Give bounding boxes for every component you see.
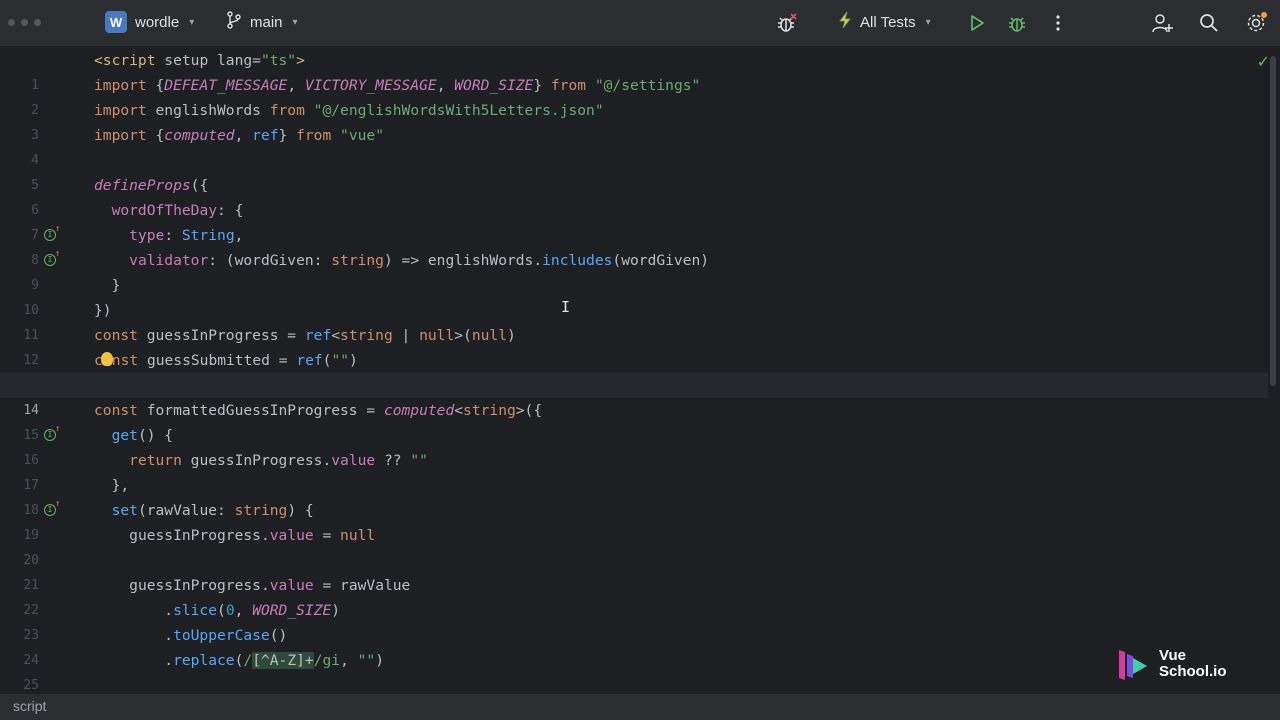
line-number: 25 [23,678,39,693]
code-line[interactable]: 18 }, [0,473,1268,518]
settings-icon[interactable] [1244,11,1268,35]
code-line[interactable]: 2 import {DEFEAT_MESSAGE, VICTORY_MESSAG… [0,73,1268,118]
project-badge: W [105,11,127,33]
vertical-scrollbar[interactable] [1270,56,1276,386]
code-text: set(rawValue: string) { [111,502,314,519]
code-line[interactable]: 5 [0,148,1268,193]
lightbulb-icon[interactable] [101,352,113,366]
arrow-up-icon: ↑ [55,224,61,234]
code-text: wordOfTheDay: { [111,202,244,219]
zoom-window-dot[interactable] [34,19,41,26]
code-text: c nst guessSubmitted = ref("") [94,352,358,369]
more-vertical-icon[interactable] [1046,11,1070,35]
window-controls[interactable] [8,19,41,26]
code-line[interactable]: 16 I ↑ get() { [0,423,1268,468]
arrow-up-icon: ↑ [55,249,61,259]
vueschool-logo: Vue School.io [1117,646,1227,682]
code-editor[interactable]: 1 <script setup lang="ts"> 2 import {DEF… [0,46,1280,694]
code-text: const guessInProgress = ref<string | nul… [94,327,516,344]
project-name: wordle [135,13,180,31]
code-text: <script setup lang="ts"> [94,52,305,69]
code-text: guessInProgress.value = rawValue [129,577,411,594]
code-line[interactable]: 8 I ↑ type: String, [0,223,1268,268]
status-bar: script [0,694,1280,720]
code-line[interactable]: 6 defineProps({ [0,173,1268,218]
code-text: import englishWords from "@/englishWords… [94,102,604,119]
text-cursor-icon: I [561,298,571,316]
code-line[interactable]: 4 import {computed, ref} from "vue" [0,123,1268,168]
code-text: const formattedGuessInProgress = compute… [94,402,543,419]
close-window-dot[interactable] [8,19,15,26]
run-configuration-label: All Tests [860,13,916,31]
run-icon[interactable] [965,11,989,35]
breadcrumb[interactable]: script [13,698,46,714]
lightning-icon [838,11,852,33]
git-branch-icon [226,11,242,33]
code-line[interactable]: 13 cnst guessSubmitted = ref("") [0,348,1268,393]
code-line[interactable]: 17 return guessInProgress.value ?? "" [0,448,1268,493]
code-text: .toUpperCase() [94,627,288,644]
check-icon[interactable]: ✓ [1257,52,1270,71]
vueschool-wordmark: Vue School.io [1159,647,1227,680]
code-line[interactable]: 20 guessInProgress.value = null [0,523,1268,568]
code-line[interactable]: 24 .toUpperCase() [0,623,1268,668]
branch-name: main [250,13,283,31]
code-text: }) [94,302,112,319]
code-text: defineProps({ [94,177,209,194]
code-text: validator: (wordGiven: string) => englis… [129,252,710,269]
arrow-up-icon: ↑ [55,424,61,434]
debug-icon[interactable] [1005,11,1029,35]
code-text: get() { [111,427,174,444]
arrow-up-icon: ↑ [55,499,61,509]
code-text: type: String, [129,227,244,244]
code-line[interactable]: 1 <script setup lang="ts"> [0,48,1268,93]
bug-icon[interactable] [775,11,799,35]
add-user-icon[interactable] [1150,11,1174,35]
code-text: } [94,277,121,294]
search-icon[interactable] [1197,11,1221,35]
code-line[interactable]: 12 const guessInProgress = ref<string | … [0,323,1268,368]
code-line[interactable]: 7 wordOfTheDay: { [0,198,1268,243]
code-text: return guessInProgress.value ?? "" [129,452,428,469]
minimize-window-dot[interactable] [21,19,28,26]
chevron-down-icon: ▾ [292,16,298,28]
code-text: .replace(/[^A-Z]+/gi, "") [94,652,385,669]
code-line[interactable]: 15 const formattedGuessInProgress = comp… [0,398,1268,443]
code-text: import {computed, ref} from "vue" [94,127,384,144]
project-selector[interactable]: W wordle ▾ [105,11,194,33]
main-toolbar: W wordle ▾ main ▾ All Tests ▾ [0,0,1280,46]
code-line[interactable]: 21 [0,548,1268,593]
code-text: guessInProgress.value = null [129,527,376,544]
code-text: }, [94,477,130,494]
chevron-down-icon: ▾ [189,16,195,28]
code-line[interactable]: 25 .replace(/[^A-Z]+/gi, "") [0,648,1268,693]
chevron-down-icon: ▾ [925,16,931,28]
branch-selector[interactable]: main ▾ [226,11,298,33]
code-text: .slice(0, WORD_SIZE) [94,602,341,619]
code-line[interactable]: 11 }) [0,298,1268,343]
code-line[interactable]: 23 .slice(0, WORD_SIZE) [0,598,1268,643]
code-line[interactable]: 22 guessInProgress.value = rawValue [0,573,1268,618]
code-text: import {DEFEAT_MESSAGE, VICTORY_MESSAGE,… [94,77,701,94]
code-line[interactable]: 19 I ↑ set(rawValue: string) { [0,498,1268,543]
code-line[interactable]: 10 } [0,273,1268,318]
run-configuration-selector[interactable]: All Tests ▾ [838,11,931,33]
code-line-current[interactable]: 14 [0,373,1268,418]
vueschool-mark-icon [1117,646,1149,682]
code-line[interactable]: 3 import englishWords from "@/englishWor… [0,98,1268,143]
code-line[interactable]: 9 I ↑ validator: (wordGiven: string) => e… [0,248,1268,293]
